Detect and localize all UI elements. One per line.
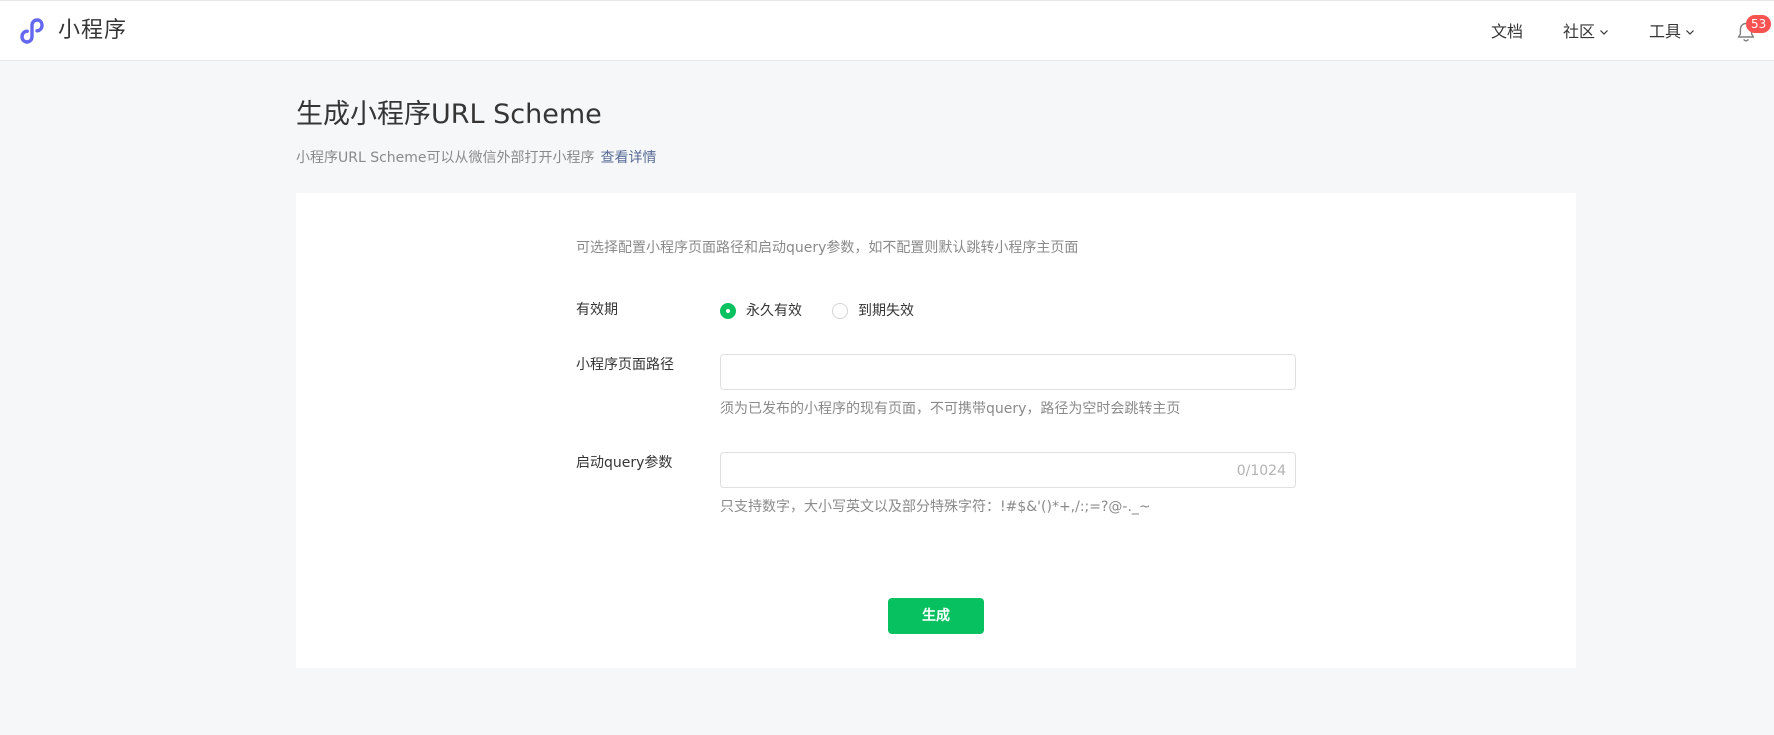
nav-docs-label: 文档 — [1491, 22, 1524, 41]
nav-community[interactable]: 社区 — [1563, 19, 1609, 45]
form-note: 可选择配置小程序页面路径和启动query参数，如不配置则默认跳转小程序主页面 — [576, 240, 1079, 256]
radio-expire-label: 到期失效 — [858, 303, 914, 319]
brand-name[interactable]: 小程序 — [58, 15, 127, 47]
subtitle-text: 小程序URL Scheme可以从微信外部打开小程序 — [296, 150, 595, 166]
query-hint: 只支持数字，大小写英文以及部分特殊字符：!#$&'()*+,/:;=?@-._~ — [720, 499, 1151, 515]
query-label: 启动query参数 — [576, 455, 673, 471]
page-subtitle: 小程序URL Scheme可以从微信外部打开小程序 查看详情 — [296, 148, 657, 168]
generate-button[interactable]: 生成 — [888, 598, 984, 634]
radio-permanent[interactable]: 永久有效 — [720, 301, 802, 321]
view-details-link[interactable]: 查看详情 — [601, 150, 657, 166]
query-char-counter: 0/1024 — [1236, 463, 1286, 479]
chevron-down-icon — [1686, 30, 1694, 35]
nav-tools-label: 工具 — [1649, 22, 1682, 41]
nav-tools[interactable]: 工具 — [1649, 19, 1695, 45]
radio-permanent-label: 永久有效 — [746, 303, 802, 319]
radio-expire[interactable]: 到期失效 — [832, 301, 914, 321]
validity-label: 有效期 — [576, 302, 618, 318]
radio-unchecked-icon — [832, 303, 848, 319]
page-title: 生成小程序URL Scheme — [296, 99, 602, 130]
radio-checked-icon — [720, 303, 736, 319]
nav-docs[interactable]: 文档 — [1491, 19, 1523, 45]
form-card — [296, 193, 1576, 668]
nav-community-label: 社区 — [1563, 22, 1596, 41]
page-path-input[interactable] — [720, 354, 1296, 390]
chevron-down-icon — [1600, 30, 1608, 35]
top-navbar: 小程序 文档 社区 工具 53 — [0, 0, 1774, 61]
miniprogram-logo-icon[interactable] — [18, 15, 50, 47]
notification-badge: 53 — [1746, 15, 1772, 33]
query-input[interactable] — [720, 452, 1296, 488]
path-hint: 须为已发布的小程序的现有页面，不可携带query，路径为空时会跳转主页 — [720, 401, 1181, 417]
path-label: 小程序页面路径 — [576, 357, 674, 373]
